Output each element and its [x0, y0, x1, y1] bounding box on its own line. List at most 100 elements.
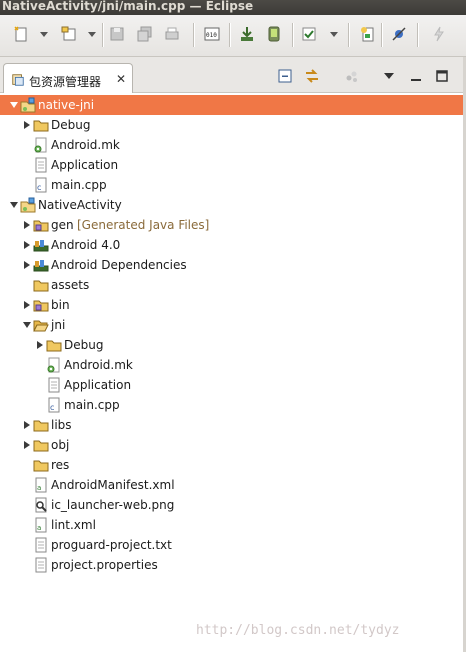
folder-icon: [33, 417, 49, 433]
tree-item-label: AndroidManifest.xml: [51, 478, 175, 492]
skip-breakpoints-icon[interactable]: [390, 25, 408, 43]
main-toolbar: 010: [0, 15, 466, 57]
tree-row[interactable]: proguard-project.txt: [0, 535, 466, 555]
tree-row[interactable]: obj: [0, 435, 466, 455]
collapsed-arrow-icon[interactable]: [24, 441, 30, 449]
view-menu-icon[interactable]: [343, 67, 361, 85]
toolbar-separator: [292, 23, 293, 47]
tree-item-label: libs: [51, 418, 72, 432]
expanded-arrow-icon[interactable]: [10, 202, 18, 208]
svg-text:a: a: [37, 524, 41, 532]
new-file-icon[interactable]: [358, 25, 376, 43]
lightning-icon[interactable]: [430, 25, 448, 43]
library-icon: [33, 237, 49, 253]
toolbar-separator: [229, 23, 230, 47]
tree-item-label: Android.mk: [51, 138, 120, 152]
expanded-arrow-icon[interactable]: [23, 322, 31, 328]
package-explorer-icon: [11, 73, 25, 87]
tree-row[interactable]: assets: [0, 275, 466, 295]
tree-row[interactable]: project.properties: [0, 555, 466, 575]
text-file-icon: [33, 557, 49, 573]
toolbar-separator: [102, 23, 103, 47]
chevron-down-icon[interactable]: [40, 32, 48, 37]
tree-item-label: NativeActivity: [38, 198, 122, 212]
collapsed-arrow-icon[interactable]: [37, 341, 43, 349]
binary-icon[interactable]: 010: [203, 25, 221, 43]
toolbar-separator: [193, 23, 194, 47]
task-check-icon[interactable]: [300, 25, 318, 43]
tree-item-label: Application: [51, 158, 119, 172]
package-explorer-tab[interactable]: 包资源管理器 ✕: [3, 63, 133, 94]
tree-row[interactable]: bin: [0, 295, 466, 315]
tree-item-label: jni: [51, 318, 66, 332]
new-icon[interactable]: [12, 25, 30, 43]
tree-row[interactable]: Android.mk: [0, 135, 466, 155]
chevron-down-icon[interactable]: [88, 32, 96, 37]
tree-row[interactable]: Application: [0, 155, 466, 175]
minimize-icon[interactable]: [407, 67, 425, 85]
tree-item-label: Debug: [51, 118, 91, 132]
window-title: NativeActivity/jni/main.cpp — Eclipse: [2, 0, 254, 13]
collapsed-arrow-icon[interactable]: [24, 301, 30, 309]
tree-item-label: Android 4.0: [51, 238, 121, 252]
tree-item-label: Application: [64, 378, 132, 392]
print-icon[interactable]: [163, 25, 181, 43]
tree-row[interactable]: c main.cpp: [0, 395, 466, 415]
save-icon[interactable]: [108, 25, 126, 43]
tree-row[interactable]: a lint.xml: [0, 515, 466, 535]
link-with-editor-icon[interactable]: [303, 67, 321, 85]
tree-item-label: project.properties: [51, 558, 158, 572]
collapse-all-icon[interactable]: [276, 67, 294, 85]
tree-item-label: obj: [51, 438, 70, 452]
collapsed-arrow-icon[interactable]: [24, 421, 30, 429]
tree-row[interactable]: gen [Generated Java Files]: [0, 215, 466, 235]
toolbar-separator: [417, 23, 418, 47]
tree-item-label: proguard-project.txt: [51, 538, 172, 552]
tree-row[interactable]: libs: [0, 415, 466, 435]
tree-row[interactable]: NativeActivity: [0, 195, 466, 215]
package-explorer-tab-label: 包资源管理器: [29, 75, 102, 89]
save-all-icon[interactable]: [136, 25, 154, 43]
tree-row[interactable]: Android 4.0: [0, 235, 466, 255]
collapsed-arrow-icon[interactable]: [24, 221, 30, 229]
tree-row[interactable]: Android Dependencies: [0, 255, 466, 275]
cpp-file-icon: c: [46, 397, 62, 413]
library-icon: [33, 257, 49, 273]
tree-item-label: main.cpp: [51, 178, 107, 192]
tree-row[interactable]: c main.cpp: [0, 175, 466, 195]
tree-item-decoration: [Generated Java Files]: [77, 218, 210, 232]
mk-file-icon: [46, 357, 62, 373]
collapsed-arrow-icon[interactable]: [24, 241, 30, 249]
window-title-bar: NativeActivity/jni/main.cpp — Eclipse: [0, 0, 466, 15]
download-icon[interactable]: [238, 25, 256, 43]
text-file-icon: [33, 537, 49, 553]
android-device-icon[interactable]: [265, 25, 283, 43]
folder-icon: [33, 437, 49, 453]
tree-row[interactable]: Debug: [0, 335, 466, 355]
project-icon: [20, 97, 36, 113]
close-icon[interactable]: ✕: [116, 72, 126, 86]
tree-item-label: assets: [51, 278, 90, 292]
tree-item-label: Debug: [64, 338, 104, 352]
tree-row[interactable]: res: [0, 455, 466, 475]
tree-item-label: ic_launcher-web.png: [51, 498, 175, 512]
new-class-icon[interactable]: [60, 25, 78, 43]
tree-row[interactable]: a AndroidManifest.xml: [0, 475, 466, 495]
svg-text:a: a: [37, 484, 41, 492]
project-icon: [20, 197, 36, 213]
collapsed-arrow-icon[interactable]: [24, 261, 30, 269]
expanded-arrow-icon[interactable]: [10, 102, 18, 108]
watermark: http://blog.csdn.net/tydyz: [196, 623, 400, 638]
tree-row[interactable]: native-jni: [0, 95, 466, 115]
tree-row[interactable]: ic_launcher-web.png: [0, 495, 466, 515]
chevron-down-icon[interactable]: [380, 67, 398, 85]
tree-row[interactable]: jni: [0, 315, 466, 335]
xml-file-icon: a: [33, 477, 49, 493]
toolbar-separator: [381, 23, 382, 47]
tree-row[interactable]: Debug: [0, 115, 466, 135]
collapsed-arrow-icon[interactable]: [24, 121, 30, 129]
tree-row[interactable]: Android.mk: [0, 355, 466, 375]
tree-row[interactable]: Application: [0, 375, 466, 395]
maximize-icon[interactable]: [433, 67, 451, 85]
chevron-down-icon[interactable]: [330, 32, 338, 37]
